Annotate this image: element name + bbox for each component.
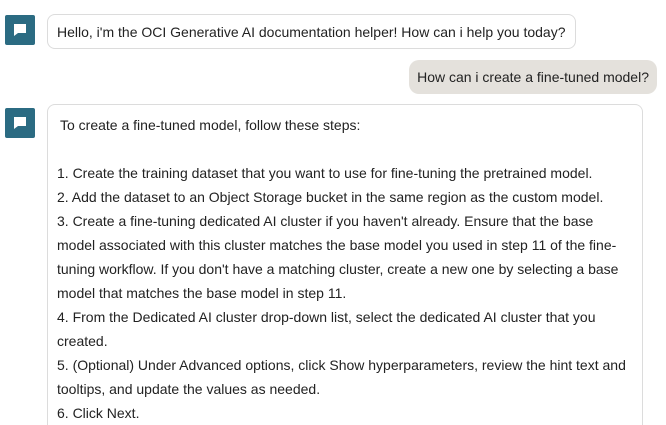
user-message: How can i create a fine-tuned model? xyxy=(409,60,657,94)
assistant-message: To create a fine-tuned model, follow the… xyxy=(47,104,643,425)
assistant-avatar xyxy=(5,15,35,45)
list-item: 6. Click Next. xyxy=(57,405,140,421)
list-item: 2. Add the dataset to an Object Storage … xyxy=(57,189,604,205)
assistant-message: Hello, i'm the OCI Generative AI documen… xyxy=(47,14,576,49)
answer-intro: To create a fine-tuned model, follow the… xyxy=(60,117,361,133)
chat-bubble-icon xyxy=(14,24,26,36)
list-item: 4. From the Dedicated AI cluster drop-do… xyxy=(57,309,596,349)
assistant-avatar xyxy=(5,108,35,138)
list-item: 1. Create the training dataset that you … xyxy=(57,165,593,181)
list-item: 3. Create a fine-tuning dedicated AI clu… xyxy=(57,213,619,301)
chat-transcript: Hello, i'm the OCI Generative AI documen… xyxy=(0,0,666,425)
message-text: Hello, i'm the OCI Generative AI documen… xyxy=(57,24,566,40)
list-item: 5. (Optional) Under Advanced options, cl… xyxy=(57,357,626,397)
chat-bubble-icon xyxy=(14,117,26,129)
message-text: How can i create a fine-tuned model? xyxy=(417,69,649,85)
